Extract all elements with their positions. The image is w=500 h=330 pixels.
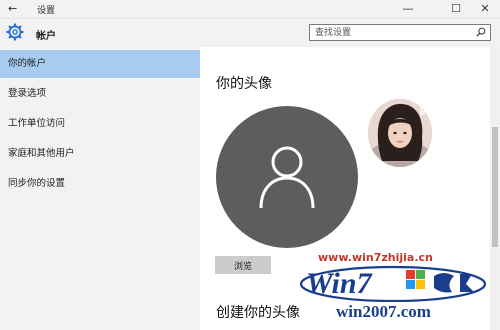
scrollbar-thumb[interactable] — [492, 127, 498, 247]
close-button[interactable]: ✕ — [472, 1, 498, 17]
back-button[interactable]: ← — [8, 2, 17, 15]
watermark-logo: Win7 — [299, 265, 487, 302]
avatar — [216, 106, 358, 248]
person-icon — [259, 146, 315, 209]
svg-text:Win7: Win7 — [306, 267, 373, 300]
sidebar-item-sign-in-options[interactable]: 登录选项 — [0, 80, 200, 108]
header: 帐户 — [0, 19, 500, 47]
profile-photo-image — [368, 99, 432, 167]
create-avatar-title: 创建你的头像 — [216, 305, 300, 321]
scrollbar[interactable] — [490, 47, 500, 330]
browse-button[interactable]: 浏览 — [215, 256, 271, 274]
sidebar-item-sync-settings[interactable]: 同步你的设置 — [0, 170, 200, 198]
sidebar-item-label: 工作单位访问 — [8, 118, 66, 129]
avatar-section-title: 你的头像 — [216, 76, 272, 92]
sidebar-item-work-access[interactable]: 工作单位访问 — [0, 110, 200, 138]
maximize-button[interactable]: ☐ — [443, 1, 469, 17]
title-bar: ← 设置 — ☐ ✕ — [0, 0, 500, 19]
window-title: 设置 — [37, 6, 56, 16]
minimize-button[interactable]: — — [395, 1, 421, 17]
profile-photo[interactable] — [368, 99, 432, 167]
search-input[interactable] — [315, 26, 465, 39]
sidebar-item-your-account[interactable]: 你的帐户 — [0, 50, 200, 78]
sidebar-item-label: 登录选项 — [8, 88, 47, 99]
sidebar-item-label: 家庭和其他用户 — [8, 148, 75, 159]
sidebar-item-label: 你的帐户 — [8, 58, 47, 69]
sidebar-item-family-users[interactable]: 家庭和其他用户 — [0, 140, 200, 168]
gear-icon — [6, 23, 24, 41]
page-title: 帐户 — [36, 31, 56, 42]
sidebar: 你的帐户 登录选项 工作单位访问 家庭和其他用户 同步你的设置 — [0, 47, 200, 330]
search-icon[interactable] — [476, 27, 486, 37]
sidebar-item-label: 同步你的设置 — [8, 178, 66, 189]
watermark-bottom-text: win2007.com — [336, 302, 431, 321]
search-box[interactable] — [309, 24, 491, 41]
